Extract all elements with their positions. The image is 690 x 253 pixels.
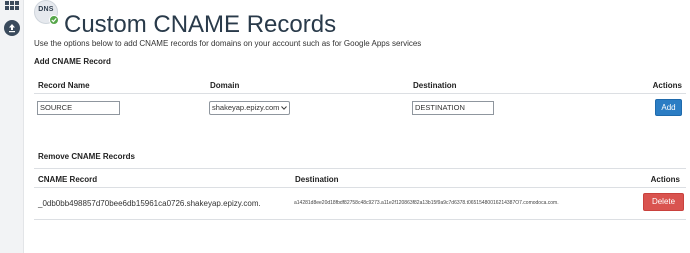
chevron-down-icon	[281, 106, 287, 110]
add-table-header: Record Name Domain Destination Actions	[34, 74, 686, 94]
upload-icon[interactable]	[4, 20, 20, 36]
add-cname-table: Record Name Domain Destination Actions S…	[34, 74, 686, 124]
dns-badge-label: DNS	[38, 6, 54, 13]
delete-button[interactable]: Delete	[643, 193, 684, 211]
intro-text: Use the options below to add CNAME recor…	[34, 39, 422, 48]
column-actions: Actions	[650, 175, 680, 184]
check-icon	[49, 15, 59, 25]
table-row: _0db0bb498857d70bee6db15961ca0726.shakey…	[34, 188, 686, 219]
column-actions: Actions	[652, 81, 682, 90]
domain-select[interactable]: shakeyap.epizy.com	[209, 101, 290, 115]
cname-destination-value: a14281d8ee20d18fbdf82758c48c9273.a11e2f1…	[294, 200, 559, 206]
grid-icon[interactable]	[5, 1, 19, 11]
destination-input[interactable]: DESTINATION	[412, 101, 494, 115]
add-button[interactable]: Add	[655, 99, 682, 116]
left-sidebar	[0, 0, 24, 253]
remove-section-title: Remove CNAME Records	[38, 152, 135, 161]
column-record-name: Record Name	[38, 81, 90, 90]
cname-record-value: _0db0bb498857d70bee6db15961ca0726.shakey…	[38, 199, 261, 208]
add-record-row: SOURCE shakeyap.epizy.com DESTINATION Ad…	[34, 94, 686, 124]
page-title: Custom CNAME Records	[64, 11, 337, 39]
column-destination: Destination	[295, 175, 339, 184]
column-destination: Destination	[413, 81, 457, 90]
remove-table-header: CNAME Record Destination Actions	[34, 169, 686, 188]
add-section-title: Add CNAME Record	[34, 57, 111, 66]
dns-icon: DNS	[34, 0, 59, 25]
domain-select-value: shakeyap.epizy.com	[212, 103, 280, 112]
column-cname-record: CNAME Record	[38, 175, 98, 184]
remove-cname-table: CNAME Record Destination Actions _0db0bb…	[34, 168, 686, 220]
record-name-input[interactable]: SOURCE	[37, 101, 120, 115]
column-domain: Domain	[210, 81, 240, 90]
